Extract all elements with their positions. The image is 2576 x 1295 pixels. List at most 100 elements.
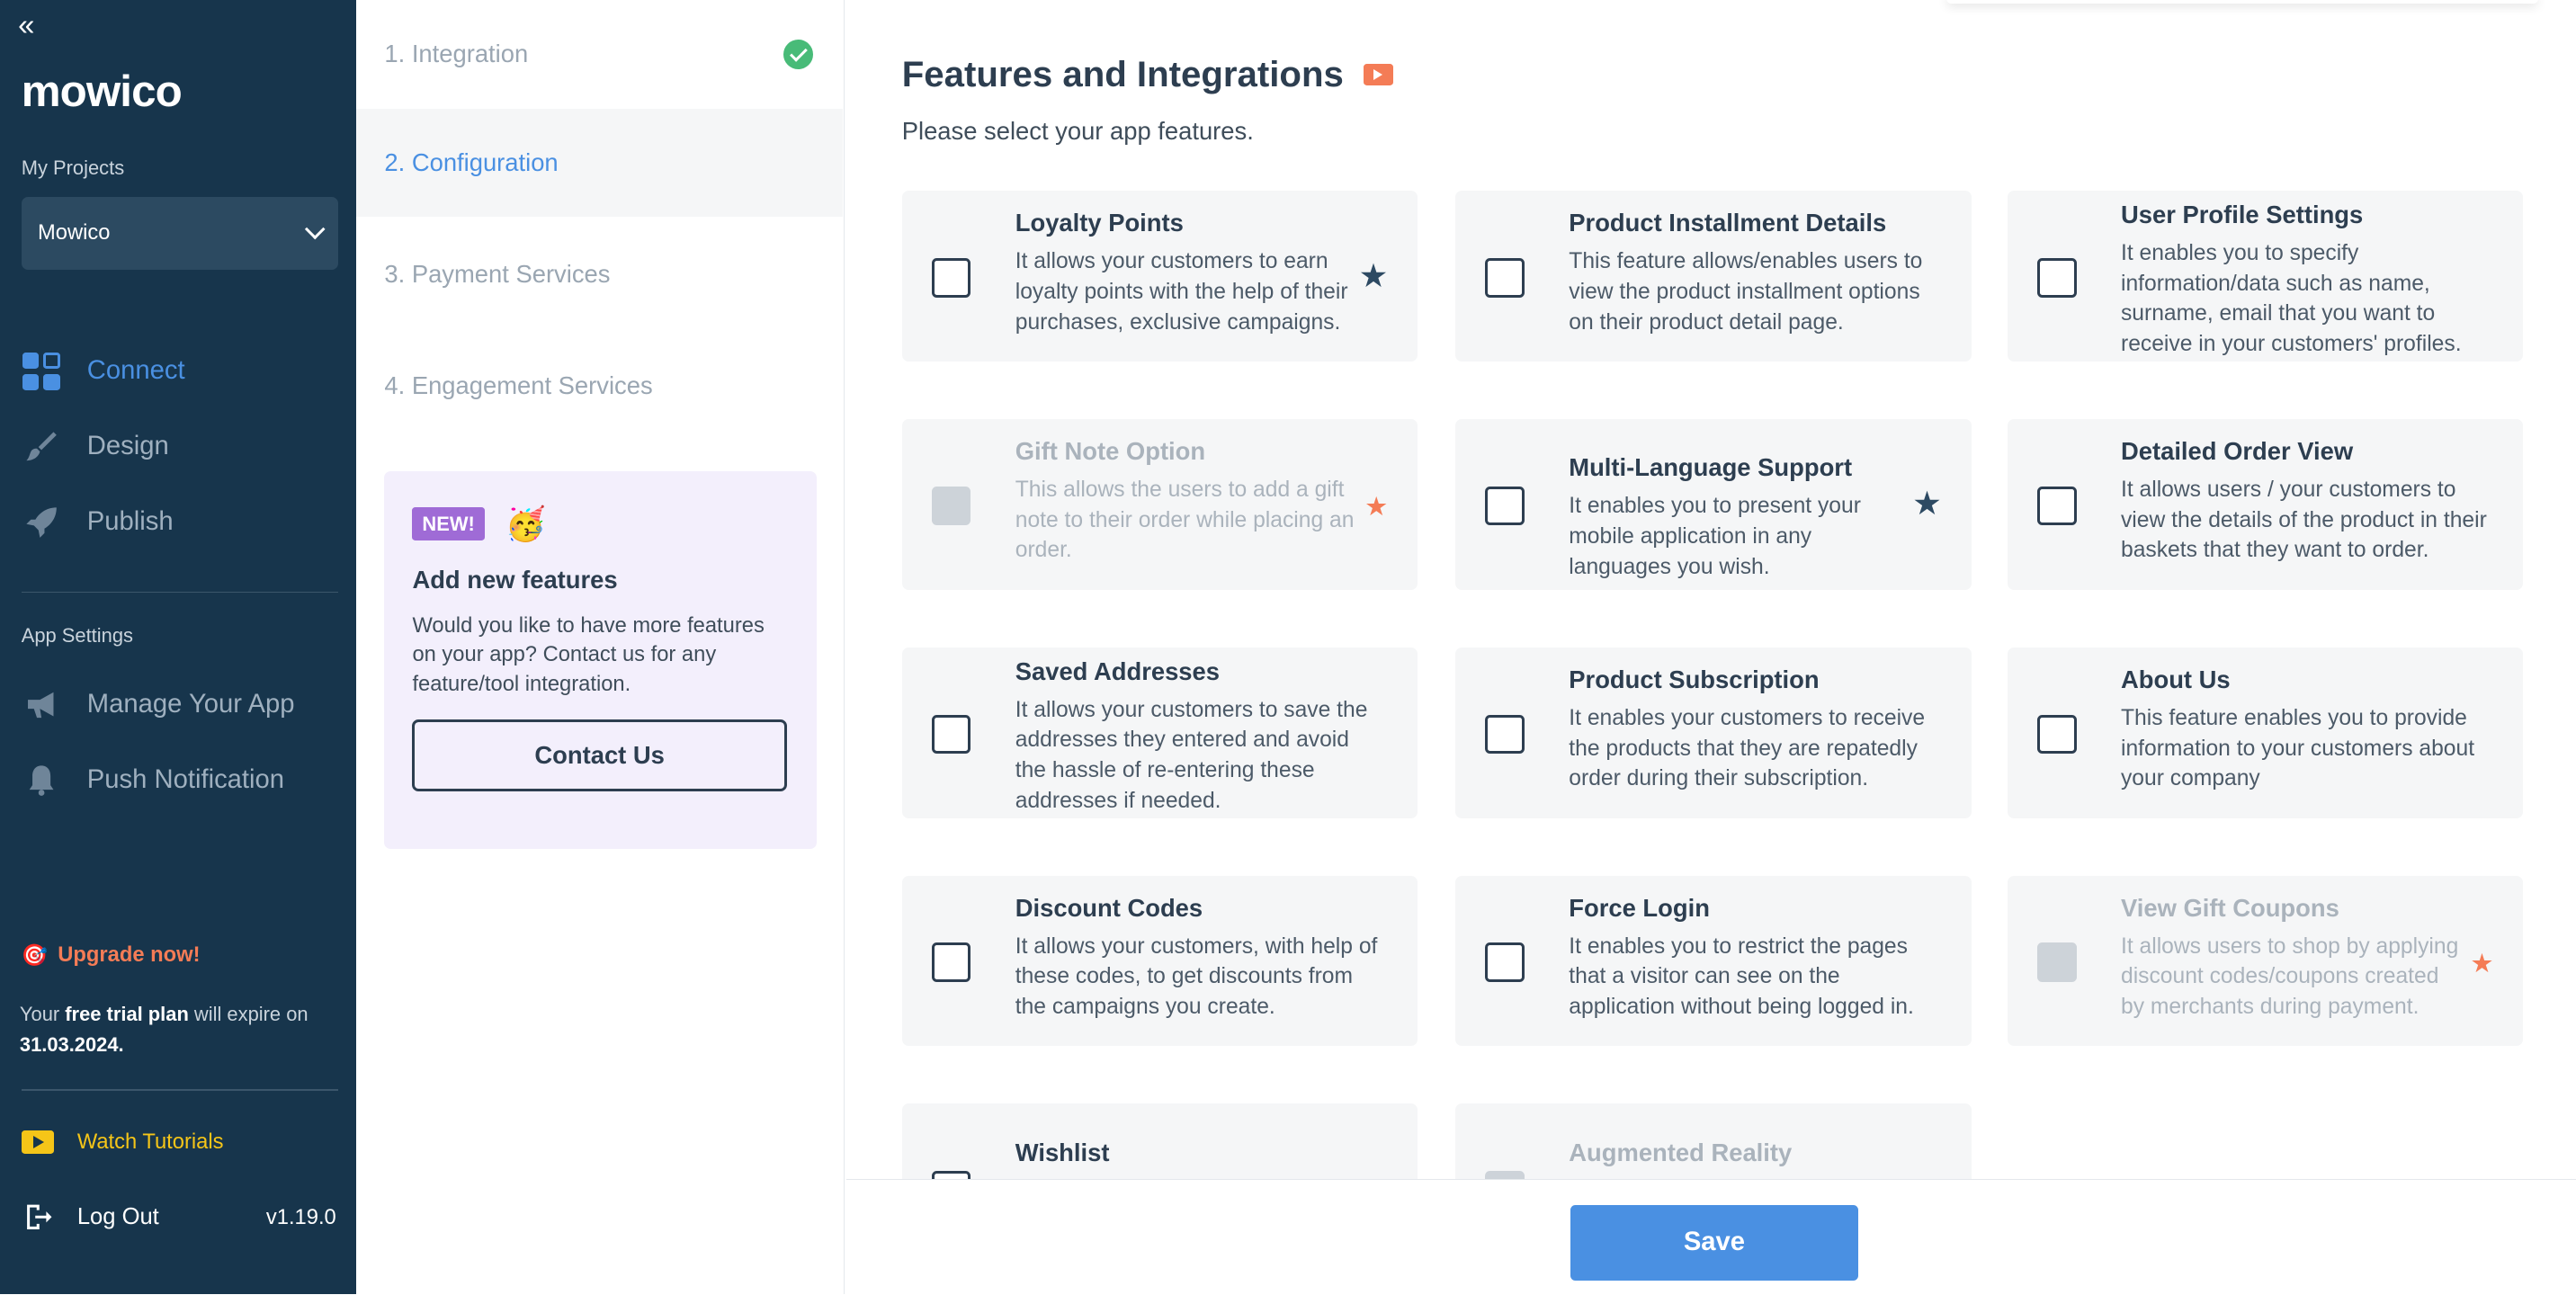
step-configuration[interactable]: 2. Configuration (356, 108, 843, 218)
nav-item-label: Connect (86, 356, 185, 386)
sidebar-divider (21, 591, 339, 594)
star-icon: ★ (1364, 493, 1389, 522)
video-icon (21, 1130, 55, 1154)
feature-checkbox[interactable] (931, 714, 971, 755)
logo: mowico (21, 67, 183, 117)
feature-checkbox[interactable] (931, 257, 971, 298)
feature-description: It enables you to present your mobile ap… (1569, 494, 1861, 579)
feature-checkbox[interactable] (2036, 714, 2077, 755)
feature-checkbox[interactable] (2036, 486, 2077, 526)
feature-card[interactable]: Multi-Language Support It enables you to … (1455, 418, 1972, 590)
feature-title: View Gift Coupons (2120, 893, 2339, 922)
feature-card[interactable]: Saved Addresses It allows your customers … (901, 647, 1418, 818)
feature-description: It allows your customers, with help of t… (1015, 933, 1378, 1020)
feature-checkbox[interactable] (1485, 486, 1525, 526)
nav-item-design[interactable]: Design (22, 424, 169, 469)
feature-description: It allows your customers to earn loyalty… (1015, 248, 1348, 335)
star-icon: ★ (1358, 256, 1389, 294)
steps-panel: 1. Integration 2. Configuration 3. Payme… (356, 0, 845, 1295)
feature-card[interactable]: User Profile Settings It enables you to s… (2007, 190, 2524, 362)
feature-card[interactable]: Loyalty Points It allows your customers t… (901, 190, 1418, 362)
feature-checkbox[interactable] (1485, 942, 1525, 983)
trial-notice: Your free trial plan will expire on 31.0… (19, 1002, 309, 1057)
nav-item-connect[interactable]: Connect (22, 348, 185, 394)
feature-checkbox[interactable] (931, 942, 971, 983)
connect-icon (22, 352, 61, 391)
feature-checkbox[interactable] (2036, 257, 2077, 298)
feature-checkbox[interactable] (1485, 257, 1525, 298)
target-icon: 🎯 (21, 944, 49, 969)
step-engagement-services[interactable]: 4. Engagement Services (356, 332, 843, 441)
watch-tutorials-label: Watch Tutorials (76, 1130, 224, 1154)
feature-title: User Profile Settings (2120, 200, 2364, 228)
step-label: 2. Configuration (384, 147, 559, 176)
feature-title: Gift Note Option (1015, 436, 1206, 465)
feature-card[interactable]: Product Subscription It enables your cust… (1455, 647, 1972, 818)
sidebar: « mowico My Projects Mowico Connect Desi… (0, 0, 357, 1295)
watch-tutorials-link[interactable]: Watch Tutorials (21, 1130, 224, 1155)
feature-checkbox (931, 486, 971, 526)
step-integration[interactable]: 1. Integration (356, 0, 843, 109)
save-button[interactable]: Save (1570, 1204, 1858, 1281)
feature-title: Augmented Reality (1569, 1138, 1793, 1166)
check-circle-icon (783, 39, 814, 69)
project-select[interactable]: Mowico (21, 197, 339, 270)
nav-item-manage-app[interactable]: Manage Your App (22, 682, 295, 728)
promo-card: NEW! 🥳 Add new features Would you like t… (384, 471, 817, 850)
feature-card[interactable]: About Us This feature enables you to prov… (2007, 647, 2524, 818)
project-select-value: Mowico (37, 220, 111, 245)
feature-description: It allows users / your customers to view… (2120, 477, 2487, 563)
video-icon[interactable] (1363, 64, 1393, 86)
sidebar-divider (21, 1088, 339, 1091)
collapse-sidebar-icon[interactable]: « (18, 8, 34, 42)
main-content: Features and Integrations Please select … (846, 0, 2576, 1180)
feature-title: Product Subscription (1569, 665, 1820, 693)
nav-item-publish[interactable]: Publish (22, 499, 174, 545)
app-settings-label: App Settings (21, 624, 133, 648)
chevron-down-icon (304, 219, 326, 240)
page-title-text: Features and Integrations (901, 54, 1344, 95)
feature-title: Force Login (1569, 893, 1710, 922)
step-label: 1. Integration (384, 40, 529, 68)
feature-title: Wishlist (1015, 1138, 1110, 1166)
nav-item-label: Publish (86, 507, 174, 537)
nav-item-push-notification[interactable]: Push Notification (22, 757, 284, 803)
megaphone-icon (22, 685, 61, 725)
page-title: Features and Integrations (902, 54, 1393, 95)
party-face-icon: 🥳 (505, 505, 546, 542)
feature-description: It enables your customers to receive the… (1569, 705, 1926, 791)
upgrade-label: Upgrade now! (58, 943, 201, 968)
top-bar-shadow (1946, 0, 2538, 4)
step-payment-services[interactable]: 3. Payment Services (356, 220, 843, 329)
feature-title: Multi-Language Support (1569, 453, 1853, 482)
feature-description: It allows your customers to save the add… (1015, 697, 1368, 813)
feature-card[interactable]: Detailed Order View It allows users / you… (2007, 418, 2524, 590)
logout-icon (26, 1204, 52, 1230)
app-root: « mowico My Projects Mowico Connect Desi… (0, 0, 2576, 1295)
version-label: v1.19.0 (265, 1205, 336, 1229)
logout-button[interactable]: Log Out (22, 1201, 159, 1234)
brush-icon (22, 427, 61, 467)
footer-bar: Save (845, 1179, 2576, 1295)
feature-title: Saved Addresses (1015, 656, 1220, 685)
step-label: 4. Engagement Services (384, 371, 653, 400)
feature-title: About Us (2120, 665, 2231, 693)
contact-us-button[interactable]: Contact Us (412, 719, 787, 792)
feature-checkbox (1485, 1171, 1525, 1180)
feature-card[interactable]: Discount Codes It allows your customers, … (901, 875, 1418, 1047)
new-badge: NEW! (412, 507, 485, 541)
feature-checkbox[interactable] (931, 1171, 971, 1180)
page-subtitle: Please select your app features. (901, 116, 1254, 145)
feature-card[interactable]: Product Installment Details This feature … (1455, 190, 1972, 362)
feature-checkbox[interactable] (1485, 714, 1525, 755)
feature-title: Loyalty Points (1015, 208, 1184, 237)
feature-description: It allows users to shop by applying disc… (2120, 933, 2459, 1020)
feature-card[interactable]: WishlistIt allows the users to tag the (901, 1103, 1418, 1180)
feature-description: This allows the users to add a gift note… (1015, 477, 1355, 563)
star-icon: ★ (2470, 949, 2494, 978)
upgrade-link[interactable]: 🎯 Upgrade now! (22, 942, 201, 969)
step-label: 3. Payment Services (384, 260, 611, 289)
nav-item-label: Push Notification (86, 765, 285, 795)
promo-title: Add new features (412, 566, 618, 594)
feature-card[interactable]: Force Login It enables you to restrict th… (1455, 875, 1972, 1047)
